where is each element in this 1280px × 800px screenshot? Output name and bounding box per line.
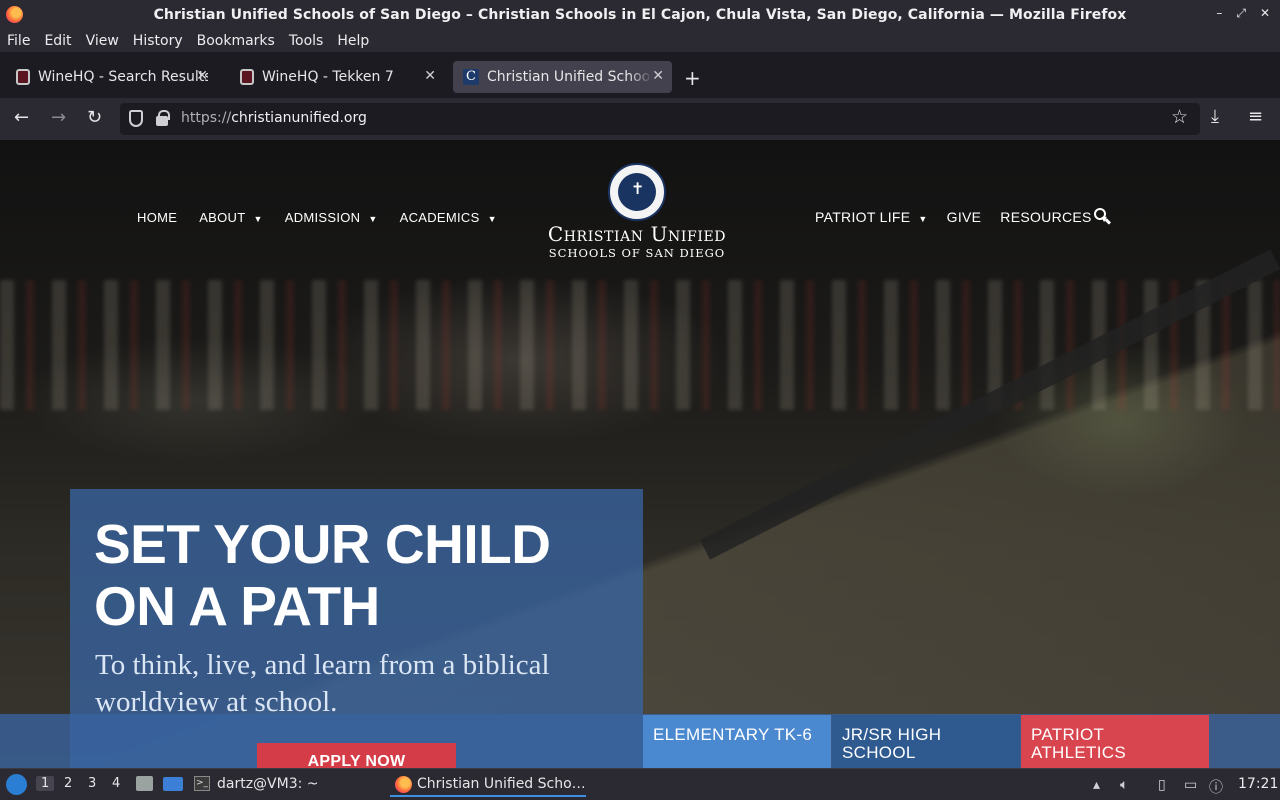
caret-down-icon: ▼ [918,214,928,224]
tab-close-icon[interactable]: ✕ [424,68,436,84]
nav-academics-label: ACADEMICS [399,210,480,225]
clipboard-icon[interactable]: ▯ [1158,777,1166,793]
taskbar-firefox-task[interactable]: Christian Unified Scho… [390,771,586,797]
taskbar: 1 2 3 4 >_ dartz@VM3: ~ Christian Unifie… [0,768,1280,800]
workspace-1[interactable]: 1 [36,776,55,791]
hero-panel: SET YOUR CHILD ON A PATH To think, live,… [70,489,643,768]
nav-resources-label: RESOURCES [1000,209,1092,225]
workspace-2[interactable]: 2 [64,776,72,791]
menu-tools[interactable]: Tools [289,33,324,49]
cta-jr-sr-high[interactable]: JR/SR HIGH SCHOOL [832,715,1020,768]
menu-view[interactable]: View [86,33,119,49]
reload-button[interactable]: ↻ [87,107,102,128]
maximize-icon[interactable]: ⤢ [1236,6,1246,21]
notification-icon[interactable]: ⓘ [1209,777,1223,797]
site-nav-left: HOME ABOUT ▼ ADMISSION ▼ ACADEMICS ▼ [137,210,497,225]
nav-give[interactable]: GIVE [947,209,982,225]
nav-give-label: GIVE [946,209,982,225]
workspace-3[interactable]: 3 [88,776,96,791]
window-title: Christian Unified Schools of San Diego –… [153,7,1127,23]
hero-heading: SET YOUR CHILD ON A PATH [94,513,551,637]
menu-bar: File Edit View History Bookmarks Tools H… [0,30,1280,52]
address-bar[interactable]: https://christianunified.org [120,103,1200,135]
caret-down-icon: ▼ [487,214,497,224]
show-desktop-icon[interactable] [163,777,183,791]
nav-about-label: ABOUT [199,210,246,225]
nav-patriot-life-label: PATRIOT LIFE [815,209,911,225]
window-controls: – ⤢ ✕ [1216,6,1270,21]
url-prefix: https:// [181,110,232,126]
nav-resources[interactable]: RESOURCES ▼ [1000,209,1109,225]
clock: 17:21 [1238,776,1279,792]
nav-about[interactable]: ABOUT ▼ [199,210,263,225]
logo-name[interactable]: Christian Unified [520,222,754,246]
workspace-4[interactable]: 4 [112,776,120,791]
navigation-toolbar: ← → ↻ https://christianunified.org ☆ ⤓ ≡ [0,98,1280,140]
caret-down-icon: ▼ [368,214,378,224]
back-button[interactable]: ← [14,107,29,128]
network-icon[interactable]: ▭ [1184,777,1197,793]
volume-icon[interactable]: 🔈︎ [1120,777,1128,793]
nav-academics[interactable]: ACADEMICS ▼ [400,210,497,225]
tab-close-icon[interactable]: ✕ [652,68,664,84]
nav-admission[interactable]: ADMISSION ▼ [285,210,378,225]
nav-home-label: HOME [137,210,178,225]
winehq-favicon-icon [16,69,30,85]
tab-label: WineHQ - Search Results [38,69,208,85]
downloads-icon[interactable]: ⤓ [1211,106,1219,127]
cta-elementary[interactable]: ELEMENTARY TK-6 [643,715,831,768]
menu-edit[interactable]: Edit [44,33,71,49]
cta-patriot-athletics[interactable]: PATRIOT ATHLETICS [1021,715,1209,768]
firefox-icon [6,6,23,23]
lock-icon[interactable] [156,110,170,126]
site-nav-right: PATRIOT LIFE ▼ GIVE RESOURCES ▼ [815,209,1109,225]
hero-subheading: To think, live, and learn from a biblica… [95,649,550,718]
menu-file[interactable]: File [7,33,30,49]
menu-help[interactable]: Help [337,33,369,49]
menu-bookmarks[interactable]: Bookmarks [197,33,275,49]
forward-button[interactable]: → [51,107,66,128]
christian-unified-favicon-icon: C [463,69,479,85]
close-icon[interactable]: ✕ [1260,6,1270,21]
tray-updates-icon[interactable]: ▴ [1093,777,1100,793]
terminal-icon[interactable]: >_ [194,776,210,791]
start-menu-icon[interactable] [6,774,27,795]
new-tab-button[interactable]: + [684,66,701,90]
logo-subtitle[interactable]: SCHOOLS OF SAN DIEGO [520,246,754,260]
bookmark-star-icon[interactable]: ☆ [1171,106,1188,128]
caret-down-icon: ▼ [253,214,263,224]
minimize-icon[interactable]: – [1216,6,1222,21]
web-page: HOME ABOUT ▼ ADMISSION ▼ ACADEMICS ▼ Christ… [0,140,1280,768]
nav-patriot-life[interactable]: PATRIOT LIFE ▼ [815,209,928,225]
tab-label: Christian Unified Schools [487,69,653,85]
taskbar-terminal-task[interactable]: dartz@VM3: ~ [217,776,319,792]
tab-strip: WineHQ - Search Results ✕ WineHQ - Tekke… [0,56,1280,98]
tab-label: WineHQ - Tekken 7 [262,69,394,85]
tab-christian-unified[interactable]: C Christian Unified Schools ✕ [453,61,672,93]
tab-winehq-tekken[interactable]: WineHQ - Tekken 7 ✕ [230,61,444,93]
tab-winehq-search[interactable]: WineHQ - Search Results ✕ [6,61,216,93]
winehq-favicon-icon [240,69,254,85]
menu-history[interactable]: History [133,33,183,49]
apply-now-button[interactable]: APPLY NOW [257,743,456,768]
url-host: christianunified.org [231,110,367,126]
tracking-protection-shield-icon[interactable] [129,110,143,127]
file-manager-icon[interactable] [136,776,153,791]
school-seal-logo[interactable] [608,163,666,221]
site-search-icon[interactable] [1094,208,1106,220]
nav-admission-label: ADMISSION [284,210,361,225]
nav-home[interactable]: HOME [137,210,177,225]
app-menu-icon[interactable]: ≡ [1248,106,1263,127]
url-text[interactable]: https://christianunified.org [181,110,367,126]
tab-close-icon[interactable]: ✕ [196,68,208,84]
window-titlebar: Christian Unified Schools of San Diego –… [0,0,1280,30]
